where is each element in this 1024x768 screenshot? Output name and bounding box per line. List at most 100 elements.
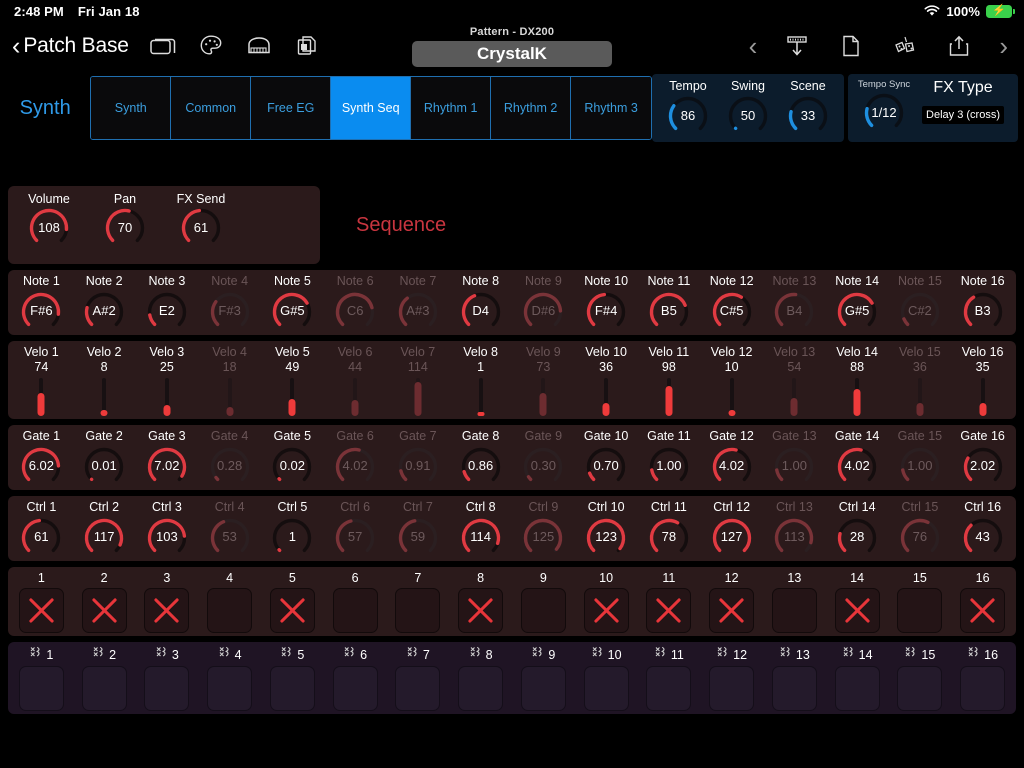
step-pad-on[interactable] bbox=[458, 588, 504, 634]
velocity-cell[interactable]: Velo 10 36 bbox=[575, 345, 638, 417]
step-pad-off[interactable] bbox=[771, 588, 817, 634]
gate-cell[interactable]: Gate 6 4.02 bbox=[324, 429, 387, 487]
step-cell[interactable]: 1 bbox=[10, 571, 73, 634]
note-cell[interactable]: Note 2 A#2 bbox=[73, 274, 136, 332]
fx-type-control[interactable]: FX Type Delay 3 (cross) bbox=[916, 79, 1010, 124]
note-cell[interactable]: Note 13 B4 bbox=[763, 274, 826, 332]
ctrl-knob[interactable]: 103 bbox=[144, 516, 190, 558]
gate-knob[interactable]: 6.02 bbox=[18, 445, 64, 487]
fx-send-knob[interactable]: 61 bbox=[178, 206, 224, 248]
velocity-cell[interactable]: Velo 6 44 bbox=[324, 345, 387, 417]
note-cell[interactable]: Note 16 B3 bbox=[951, 274, 1014, 332]
ctrl-knob[interactable]: 43 bbox=[960, 516, 1006, 558]
note-cell[interactable]: Note 11 B5 bbox=[638, 274, 701, 332]
velocity-slider[interactable] bbox=[601, 376, 611, 417]
ctrl-cell[interactable]: Ctrl 8 114 bbox=[449, 500, 512, 558]
gate-knob[interactable]: 0.28 bbox=[207, 445, 253, 487]
velocity-cell[interactable]: Velo 16 35 bbox=[951, 345, 1014, 417]
tie-cell[interactable]: 10 bbox=[575, 646, 638, 712]
gate-knob[interactable]: 7.02 bbox=[144, 445, 190, 487]
note-cell[interactable]: Note 14 G#5 bbox=[826, 274, 889, 332]
velocity-cell[interactable]: Velo 28 bbox=[73, 345, 136, 417]
next-patch-button[interactable]: › bbox=[999, 33, 1008, 59]
step-pad-on[interactable] bbox=[583, 588, 629, 634]
gate-cell[interactable]: Gate 15 1.00 bbox=[889, 429, 952, 487]
step-cell[interactable]: 4 bbox=[198, 571, 261, 634]
step-cell[interactable]: 11 bbox=[638, 571, 701, 634]
ctrl-knob[interactable]: 127 bbox=[709, 516, 755, 558]
step-pad-off[interactable] bbox=[395, 588, 441, 634]
swing-knob[interactable]: 50 bbox=[725, 94, 771, 136]
ctrl-knob[interactable]: 61 bbox=[18, 516, 64, 558]
ctrl-knob[interactable]: 113 bbox=[771, 516, 817, 558]
note-cell[interactable]: Note 6 C6 bbox=[324, 274, 387, 332]
step-pad-on[interactable] bbox=[834, 588, 880, 634]
velocity-slider[interactable] bbox=[727, 376, 737, 417]
step-cell[interactable]: 6 bbox=[324, 571, 387, 634]
velocity-slider[interactable] bbox=[664, 376, 674, 417]
gate-knob[interactable]: 1.00 bbox=[771, 445, 817, 487]
step-pad-on[interactable] bbox=[646, 588, 692, 634]
previous-patch-button[interactable]: ‹ bbox=[749, 33, 758, 59]
ctrl-cell[interactable]: Ctrl 11 78 bbox=[638, 500, 701, 558]
ctrl-cell[interactable]: Ctrl 13 113 bbox=[763, 500, 826, 558]
tab-rhythm-2[interactable]: Rhythm 2 bbox=[491, 77, 572, 139]
velocity-slider[interactable] bbox=[538, 376, 548, 417]
step-cell[interactable]: 12 bbox=[700, 571, 763, 634]
gate-knob[interactable]: 0.86 bbox=[458, 445, 504, 487]
velocity-cell[interactable]: Velo 4 18 bbox=[198, 345, 261, 417]
ctrl-cell[interactable]: Ctrl 12 127 bbox=[700, 500, 763, 558]
step-cell[interactable]: 15 bbox=[889, 571, 952, 634]
tie-pad-off[interactable] bbox=[583, 666, 629, 712]
tab-synth-seq[interactable]: Synth Seq bbox=[331, 77, 412, 139]
velocity-slider[interactable] bbox=[162, 376, 172, 417]
note-knob[interactable]: C6 bbox=[332, 290, 378, 332]
velocity-slider[interactable] bbox=[36, 376, 46, 417]
velocity-slider[interactable] bbox=[852, 376, 862, 417]
note-knob[interactable]: E2 bbox=[144, 290, 190, 332]
copy-document-icon[interactable] bbox=[293, 32, 321, 60]
ctrl-cell[interactable]: Ctrl 9 125 bbox=[512, 500, 575, 558]
ctrl-cell[interactable]: Ctrl 5 1 bbox=[261, 500, 324, 558]
tie-cell[interactable]: 11 bbox=[638, 646, 701, 712]
ctrl-knob[interactable]: 125 bbox=[520, 516, 566, 558]
scene-knob[interactable]: 33 bbox=[785, 94, 831, 136]
tab-rhythm-1[interactable]: Rhythm 1 bbox=[411, 77, 492, 139]
velocity-cell[interactable]: Velo 15 36 bbox=[889, 345, 952, 417]
note-knob[interactable]: F#6 bbox=[18, 290, 64, 332]
step-pad-on[interactable] bbox=[269, 588, 315, 634]
gate-knob[interactable]: 4.02 bbox=[709, 445, 755, 487]
tempo-sync-control[interactable]: Tempo Sync 1/12 bbox=[856, 79, 912, 133]
window-icon[interactable] bbox=[149, 32, 177, 60]
tie-cell[interactable]: 9 bbox=[512, 646, 575, 712]
tie-pad-off[interactable] bbox=[646, 666, 692, 712]
pan-control[interactable]: Pan 70 bbox=[94, 192, 156, 264]
new-document-icon[interactable] bbox=[837, 32, 865, 60]
ctrl-cell[interactable]: Ctrl 10 123 bbox=[575, 500, 638, 558]
ctrl-knob[interactable]: 78 bbox=[646, 516, 692, 558]
velocity-cell[interactable]: Velo 12 10 bbox=[700, 345, 763, 417]
note-cell[interactable]: Note 1 F#6 bbox=[10, 274, 73, 332]
step-cell[interactable]: 8 bbox=[449, 571, 512, 634]
ctrl-cell[interactable]: Ctrl 1 61 bbox=[10, 500, 73, 558]
velocity-slider[interactable] bbox=[413, 376, 423, 417]
tie-cell[interactable]: 4 bbox=[198, 646, 261, 712]
tie-cell[interactable]: 1 bbox=[10, 646, 73, 712]
gate-knob[interactable]: 0.91 bbox=[395, 445, 441, 487]
ctrl-cell[interactable]: Ctrl 16 43 bbox=[951, 500, 1014, 558]
tie-pad-off[interactable] bbox=[207, 666, 253, 712]
tempo-control[interactable]: Tempo 86 bbox=[660, 79, 716, 136]
tie-pad-off[interactable] bbox=[960, 666, 1006, 712]
tie-pad-off[interactable] bbox=[18, 666, 64, 712]
note-knob[interactable]: D#6 bbox=[520, 290, 566, 332]
tie-pad-off[interactable] bbox=[709, 666, 755, 712]
note-knob[interactable]: D4 bbox=[458, 290, 504, 332]
gate-cell[interactable]: Gate 1 6.02 bbox=[10, 429, 73, 487]
velocity-cell[interactable]: Velo 81 bbox=[449, 345, 512, 417]
ctrl-knob[interactable]: 114 bbox=[458, 516, 504, 558]
share-export-icon[interactable] bbox=[945, 32, 973, 60]
ctrl-knob[interactable]: 57 bbox=[332, 516, 378, 558]
volume-control[interactable]: Volume 108 bbox=[18, 192, 80, 264]
ctrl-cell[interactable]: Ctrl 14 28 bbox=[826, 500, 889, 558]
step-cell[interactable]: 3 bbox=[136, 571, 199, 634]
